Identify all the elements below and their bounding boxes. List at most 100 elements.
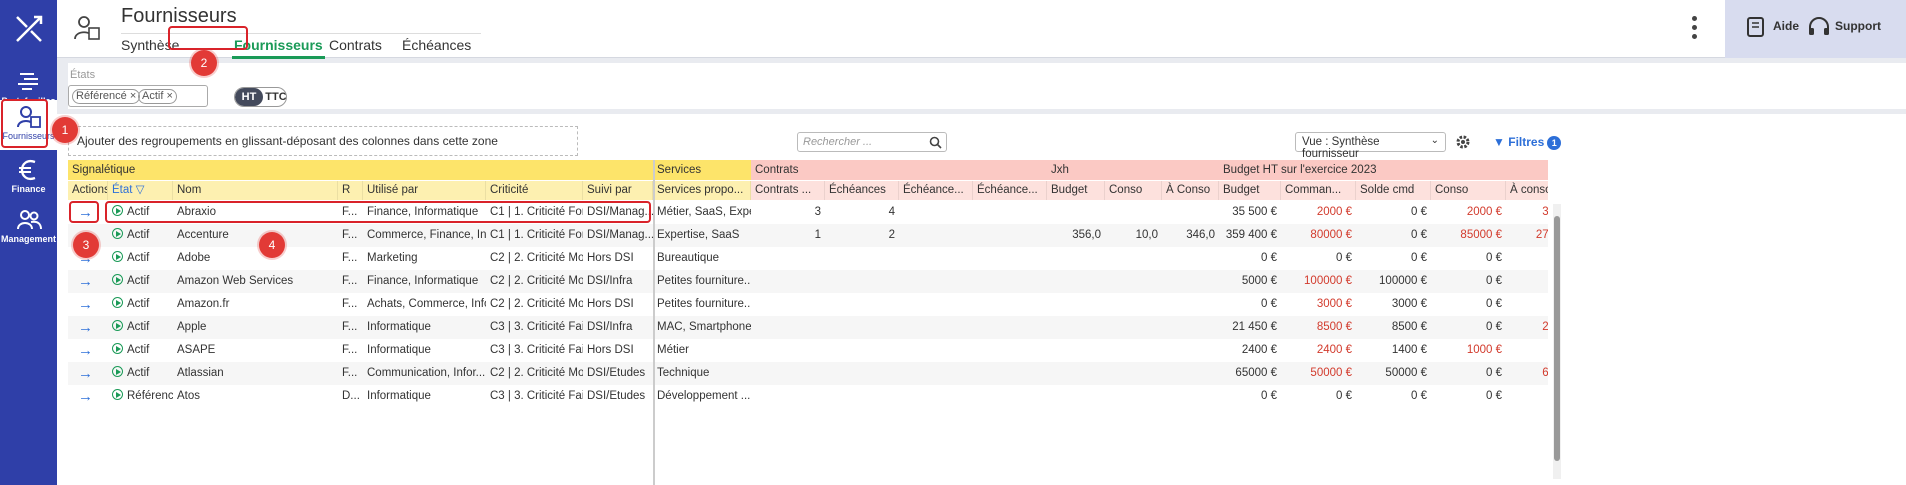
- cell-utilise: Achats, Commerce, Info...: [367, 298, 486, 310]
- cell-commandes: 80000 €: [1310, 229, 1352, 241]
- gear-icon[interactable]: [1455, 134, 1471, 150]
- sidebar-item-management[interactable]: Management: [0, 200, 57, 258]
- cell-echeances: [825, 293, 899, 316]
- scrollbar-thumb[interactable]: [1554, 216, 1560, 461]
- table-row[interactable]: → Actif Apple F... Informatique C3 | 3. Criti…: [68, 316, 1548, 339]
- cell-etat: Actif: [108, 316, 173, 339]
- etats-multiselect[interactable]: Référencé × Actif ×: [68, 85, 208, 107]
- cell-contrats: 3: [814, 206, 821, 218]
- cell-etat: Actif: [108, 247, 173, 270]
- portfolio-icon: [17, 73, 38, 90]
- cell-jconso: [1105, 293, 1162, 316]
- cell-services: Petites fourniture...: [657, 298, 751, 310]
- cell-commandes: 0 €: [1336, 390, 1352, 402]
- col-contrats[interactable]: Contrats ...: [751, 181, 825, 200]
- group-drop-zone[interactable]: Ajouter des regroupements en glissant-dé…: [68, 126, 578, 156]
- open-supplier-arrow-icon[interactable]: →: [68, 316, 108, 339]
- open-supplier-arrow-icon[interactable]: →: [68, 385, 108, 408]
- col-nom[interactable]: Nom: [173, 181, 338, 200]
- cell-jaconso: [1162, 362, 1219, 385]
- col-echeances-3[interactable]: Échéance...: [973, 181, 1047, 200]
- toggle-ht[interactable]: HT: [235, 88, 263, 106]
- cell-jbudget: [1047, 385, 1105, 408]
- users-icon: [16, 210, 42, 230]
- cell-suivi: DSI/Infra: [587, 321, 633, 333]
- cell-etat: Actif: [108, 224, 173, 247]
- tag-reference[interactable]: Référencé ×: [72, 89, 141, 104]
- open-supplier-arrow-icon[interactable]: →: [68, 339, 108, 362]
- col-jxh-budget[interactable]: Budget: [1047, 181, 1105, 200]
- table-row[interactable]: →ActifAccentureF...Commerce, Finance, In…: [68, 224, 1548, 247]
- open-supplier-arrow-icon[interactable]: →: [68, 293, 108, 316]
- cell-echeances: [825, 316, 899, 339]
- cell-utilise: Communication, Infor...: [367, 367, 486, 379]
- table-row[interactable]: →Référencé Atos D... Informatique C3 | 3. Cr…: [68, 385, 1548, 408]
- col-solde[interactable]: Solde cmd: [1356, 181, 1431, 200]
- col-commandes[interactable]: Comman...: [1281, 181, 1356, 200]
- cell-solde: 1400 €: [1391, 344, 1427, 356]
- cell-echeances: [825, 362, 899, 385]
- col-a-conso[interactable]: À conso: [1506, 181, 1548, 200]
- filter-panel: États Référencé × Actif × HT TTC: [68, 63, 1906, 109]
- cell-utilise: Informatique: [367, 390, 431, 402]
- cell-budget: 0 €: [1261, 252, 1277, 264]
- filter-icon[interactable]: ▽: [136, 184, 145, 196]
- vertical-scrollbar[interactable]: [1553, 204, 1561, 479]
- app-logo-icon[interactable]: [14, 14, 44, 44]
- more-menu-icon[interactable]: [1691, 16, 1699, 42]
- table-row[interactable]: → Actif Amazon.fr F... Achats, Commerce, Inf…: [68, 293, 1548, 316]
- toggle-ttc[interactable]: TTC: [265, 88, 286, 106]
- cell-services: MAC, Smartphone: [657, 321, 751, 333]
- table-row[interactable]: → Actif Atlassian F... Communication, Infor.…: [68, 362, 1548, 385]
- col-utilise[interactable]: Utilisé par: [363, 181, 486, 200]
- table-row[interactable]: → Actif Adobe F... Marketing C2 | 2. Criticit…: [68, 247, 1548, 270]
- cell-budget: 65000 €: [1235, 367, 1277, 379]
- status-play-icon: [112, 389, 123, 400]
- col-services[interactable]: Services propo...: [653, 181, 751, 200]
- cell-budget: 0 €: [1261, 298, 1277, 310]
- tag-actif[interactable]: Actif ×: [138, 89, 177, 104]
- col-conso[interactable]: Conso: [1431, 181, 1506, 200]
- cell-solde: 0 €: [1411, 252, 1427, 264]
- cell-budget: 5000 €: [1241, 275, 1277, 287]
- cell-solde: 50000 €: [1385, 367, 1427, 379]
- table-row[interactable]: → Actif Amazon Web Services F... Finance, In…: [68, 270, 1548, 293]
- col-echeances-2[interactable]: Échéance...: [899, 181, 973, 200]
- status-play-icon: [112, 320, 123, 331]
- cell-budget: 0 €: [1261, 390, 1277, 402]
- cell-aconso: 65: [1542, 367, 1548, 379]
- tab-echeances[interactable]: Échéances: [402, 37, 471, 53]
- cell-echeances: [825, 385, 899, 408]
- close-icon[interactable]: ×: [130, 90, 136, 102]
- col-echeances[interactable]: Échéances: [825, 181, 899, 200]
- col-budget[interactable]: Budget: [1219, 181, 1281, 200]
- col-jxh-a-conso[interactable]: À Conso: [1162, 181, 1219, 200]
- cell-jconso: [1105, 362, 1162, 385]
- cell-budget: 35 500 €: [1232, 206, 1277, 218]
- col-suivi[interactable]: Suivi par: [583, 181, 653, 200]
- cell-jbudget: [1047, 339, 1105, 362]
- ht-ttc-toggle[interactable]: HT TTC: [234, 87, 287, 107]
- close-icon[interactable]: ×: [166, 90, 172, 102]
- cell-aconso: [1506, 293, 1548, 316]
- search-input[interactable]: Rechercher ...: [797, 132, 947, 152]
- open-supplier-arrow-icon[interactable]: →: [68, 270, 108, 293]
- view-select[interactable]: Vue : Synthèse fournisseur ⌄: [1295, 132, 1446, 160]
- help-button[interactable]: Aide: [1745, 17, 1799, 37]
- cell-r: F...: [342, 298, 358, 310]
- tab-contrats[interactable]: Contrats: [329, 37, 382, 53]
- col-etat[interactable]: État ▽: [108, 181, 173, 200]
- annotation-marker-1: 1: [52, 117, 78, 143]
- cell-contrats: [751, 247, 825, 270]
- col-jxh-conso[interactable]: Conso: [1105, 181, 1162, 200]
- cell-conso: 0 €: [1486, 252, 1502, 264]
- col-r[interactable]: R: [338, 181, 363, 200]
- cell-jconso: [1105, 201, 1162, 224]
- filters-button[interactable]: ▼ Filtres 1: [1493, 135, 1562, 150]
- support-button[interactable]: Support: [1807, 17, 1881, 35]
- table-row[interactable]: → Actif ASAPE F... Informatique C3 | 3. Criti…: [68, 339, 1548, 362]
- search-icon[interactable]: [929, 136, 942, 149]
- open-supplier-arrow-icon[interactable]: →: [68, 362, 108, 385]
- status-play-icon: [112, 343, 123, 354]
- col-criticite[interactable]: Criticité: [486, 181, 583, 200]
